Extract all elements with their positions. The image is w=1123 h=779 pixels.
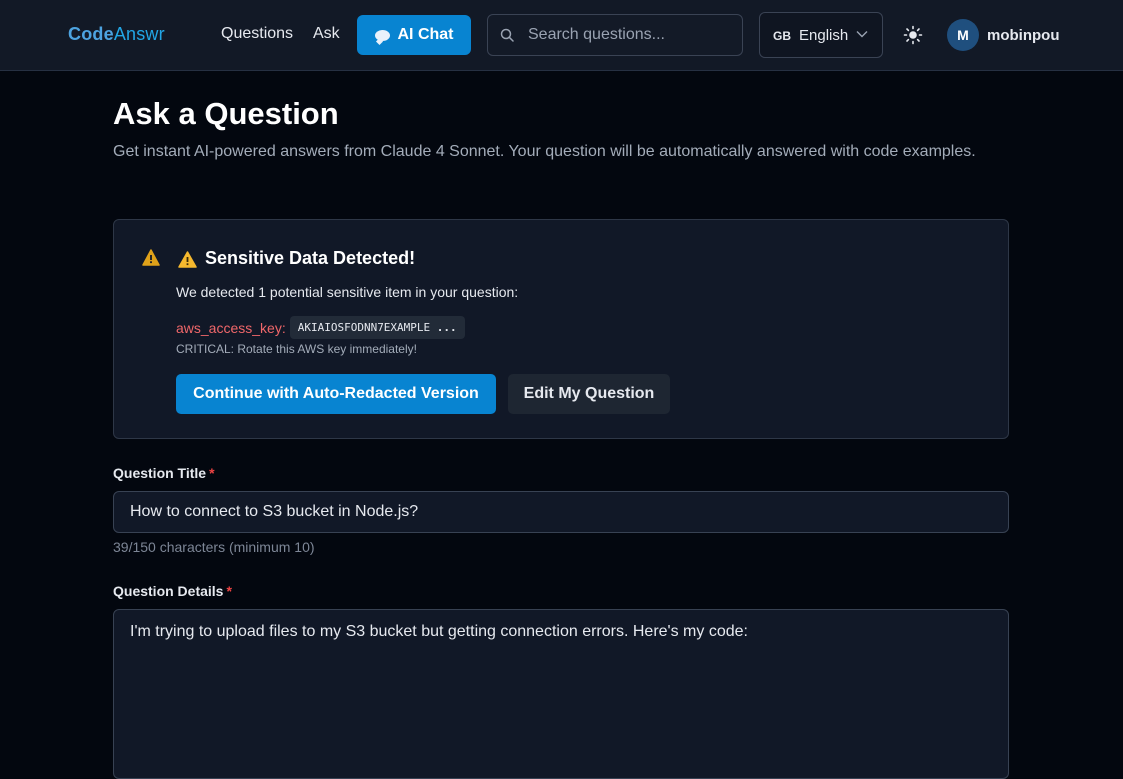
- sensitive-item: aws_access_key: AKIAIOSFODNN7EXAMPLE ...: [176, 316, 465, 339]
- question-details-label: Question Details *: [113, 583, 232, 599]
- chat-bubble-icon: [374, 29, 390, 41]
- alert-title: Sensitive Data Detected!: [205, 248, 416, 268]
- alert-description: We detected 1 potential sensitive item i…: [176, 284, 519, 300]
- title-char-count: 39/150 characters (minimum 10): [113, 539, 315, 555]
- username[interactable]: mobinpou: [987, 27, 1059, 44]
- chevron-down-icon: [856, 31, 868, 38]
- ai-chat-button[interactable]: AI Chat: [357, 15, 471, 55]
- required-marker: *: [226, 583, 232, 599]
- edit-question-button[interactable]: Edit My Question: [508, 374, 670, 414]
- continue-redacted-button[interactable]: Continue with Auto-Redacted Version: [176, 374, 496, 414]
- page-title: Ask a Question: [113, 96, 339, 131]
- sensitive-item-note: CRITICAL: Rotate this AWS key immediatel…: [176, 342, 417, 356]
- logo-answr: Answr: [113, 24, 165, 44]
- logo-code: Code: [68, 24, 114, 44]
- search-input[interactable]: [528, 23, 733, 47]
- nav-ask-link[interactable]: Ask: [313, 25, 340, 43]
- warning-icon: [178, 251, 197, 268]
- page-subtitle: Get instant AI-powered answers from Clau…: [113, 143, 976, 160]
- sensitive-item-ellipsis: ...: [436, 321, 457, 334]
- question-details-label-text: Question Details: [113, 583, 224, 599]
- nav-questions-link[interactable]: Questions: [221, 25, 293, 43]
- flag-gb-icon: GB: [773, 29, 791, 43]
- required-marker: *: [209, 465, 215, 481]
- language-select[interactable]: GB English: [759, 12, 883, 58]
- sun-icon[interactable]: [903, 25, 923, 45]
- question-title-label: Question Title *: [113, 465, 215, 481]
- sensitive-item-value: AKIAIOSFODNN7EXAMPLE ...: [289, 316, 465, 339]
- avatar[interactable]: M: [947, 19, 979, 51]
- question-title-input[interactable]: [113, 491, 1009, 533]
- sensitive-item-value-text: AKIAIOSFODNN7EXAMPLE: [297, 321, 431, 334]
- top-navbar: CodeAnswr Questions Ask AI Chat GB Engli…: [0, 0, 1123, 71]
- search-box: [487, 14, 743, 56]
- logo[interactable]: CodeAnswr: [68, 24, 165, 45]
- question-title-label-text: Question Title: [113, 465, 207, 481]
- warning-icon: [142, 249, 160, 266]
- search-icon: [500, 28, 514, 42]
- ai-chat-label: AI Chat: [397, 26, 454, 43]
- question-details-textarea[interactable]: I'm trying to upload files to my S3 buck…: [113, 609, 1009, 779]
- language-label: English: [799, 26, 849, 44]
- sensitive-item-type: aws_access_key:: [176, 319, 286, 336]
- sensitive-data-alert: Sensitive Data Detected! We detected 1 p…: [113, 219, 1009, 439]
